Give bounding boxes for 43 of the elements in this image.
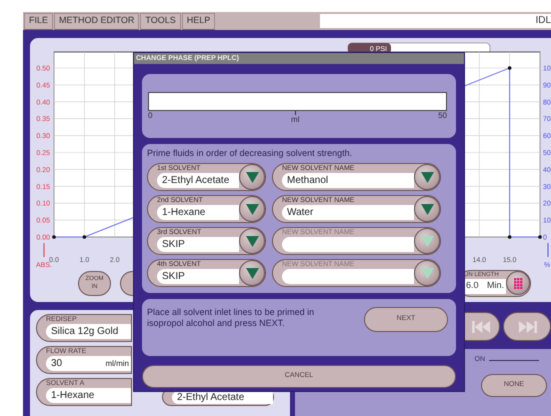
status-field: IDL: [320, 14, 551, 28]
dropdown-value[interactable]: SKIP: [157, 237, 239, 252]
menu-item[interactable]: HELP: [182, 12, 216, 30]
dropdown-button[interactable]: [239, 164, 265, 190]
keypad-button[interactable]: [506, 271, 530, 295]
triangle-down-icon: [246, 236, 258, 246]
run-length-value: 6.0: [466, 279, 479, 292]
dropdown-button[interactable]: [239, 196, 265, 222]
triangle-down-icon: [246, 204, 258, 214]
data-point: [538, 235, 542, 239]
dropdown-button[interactable]: [414, 228, 440, 254]
data-point: [52, 235, 56, 239]
run-length-unit: Min.: [486, 279, 504, 292]
triangle-down-icon: [246, 268, 258, 278]
field-value: 30: [51, 357, 62, 371]
data-point: [508, 235, 512, 239]
skip-forward-button[interactable]: [503, 312, 551, 341]
prompt-text: Prime fluids in order of decreasing solvent strength.: [147, 148, 354, 159]
dropdown-value[interactable]: SKIP: [157, 269, 239, 284]
menu-item[interactable]: METHOD EDITOR: [54, 12, 140, 30]
progress-unit: ml: [291, 115, 300, 124]
field-value: Silica 12g Gold: [51, 325, 118, 339]
instruction-text: Place all solvent inlet lines to be primed in isopropol alcohol and press NEXT.: [147, 307, 316, 329]
triangle-down-icon: [246, 172, 258, 182]
dropdown-value[interactable]: Water: [282, 205, 414, 220]
dropdown-value[interactable]: Methanol: [282, 173, 414, 188]
data-point: [82, 235, 86, 239]
data-point: [508, 66, 512, 70]
dropdown-button[interactable]: [239, 260, 265, 286]
dropdown-button[interactable]: [414, 260, 440, 286]
progress-min: 0: [148, 111, 152, 120]
menu-item[interactable]: TOOLS: [140, 12, 181, 30]
dropdown-button[interactable]: [414, 196, 440, 222]
field-unit: ml/min: [105, 358, 129, 370]
run-length-field[interactable]: 6.0 Min.: [464, 278, 506, 294]
progress-max: 50: [438, 111, 447, 120]
menu-item[interactable]: FILE: [24, 12, 54, 30]
dropdown-button[interactable]: [414, 164, 440, 190]
dropdown-button[interactable]: [239, 228, 265, 254]
field-value: 1-Hexane: [51, 389, 94, 403]
keypad-icon: [514, 278, 522, 288]
dropdown-value[interactable]: 1-Hexane: [157, 205, 239, 220]
dropdown-value[interactable]: 2-Ethyl Acetate: [157, 173, 239, 188]
